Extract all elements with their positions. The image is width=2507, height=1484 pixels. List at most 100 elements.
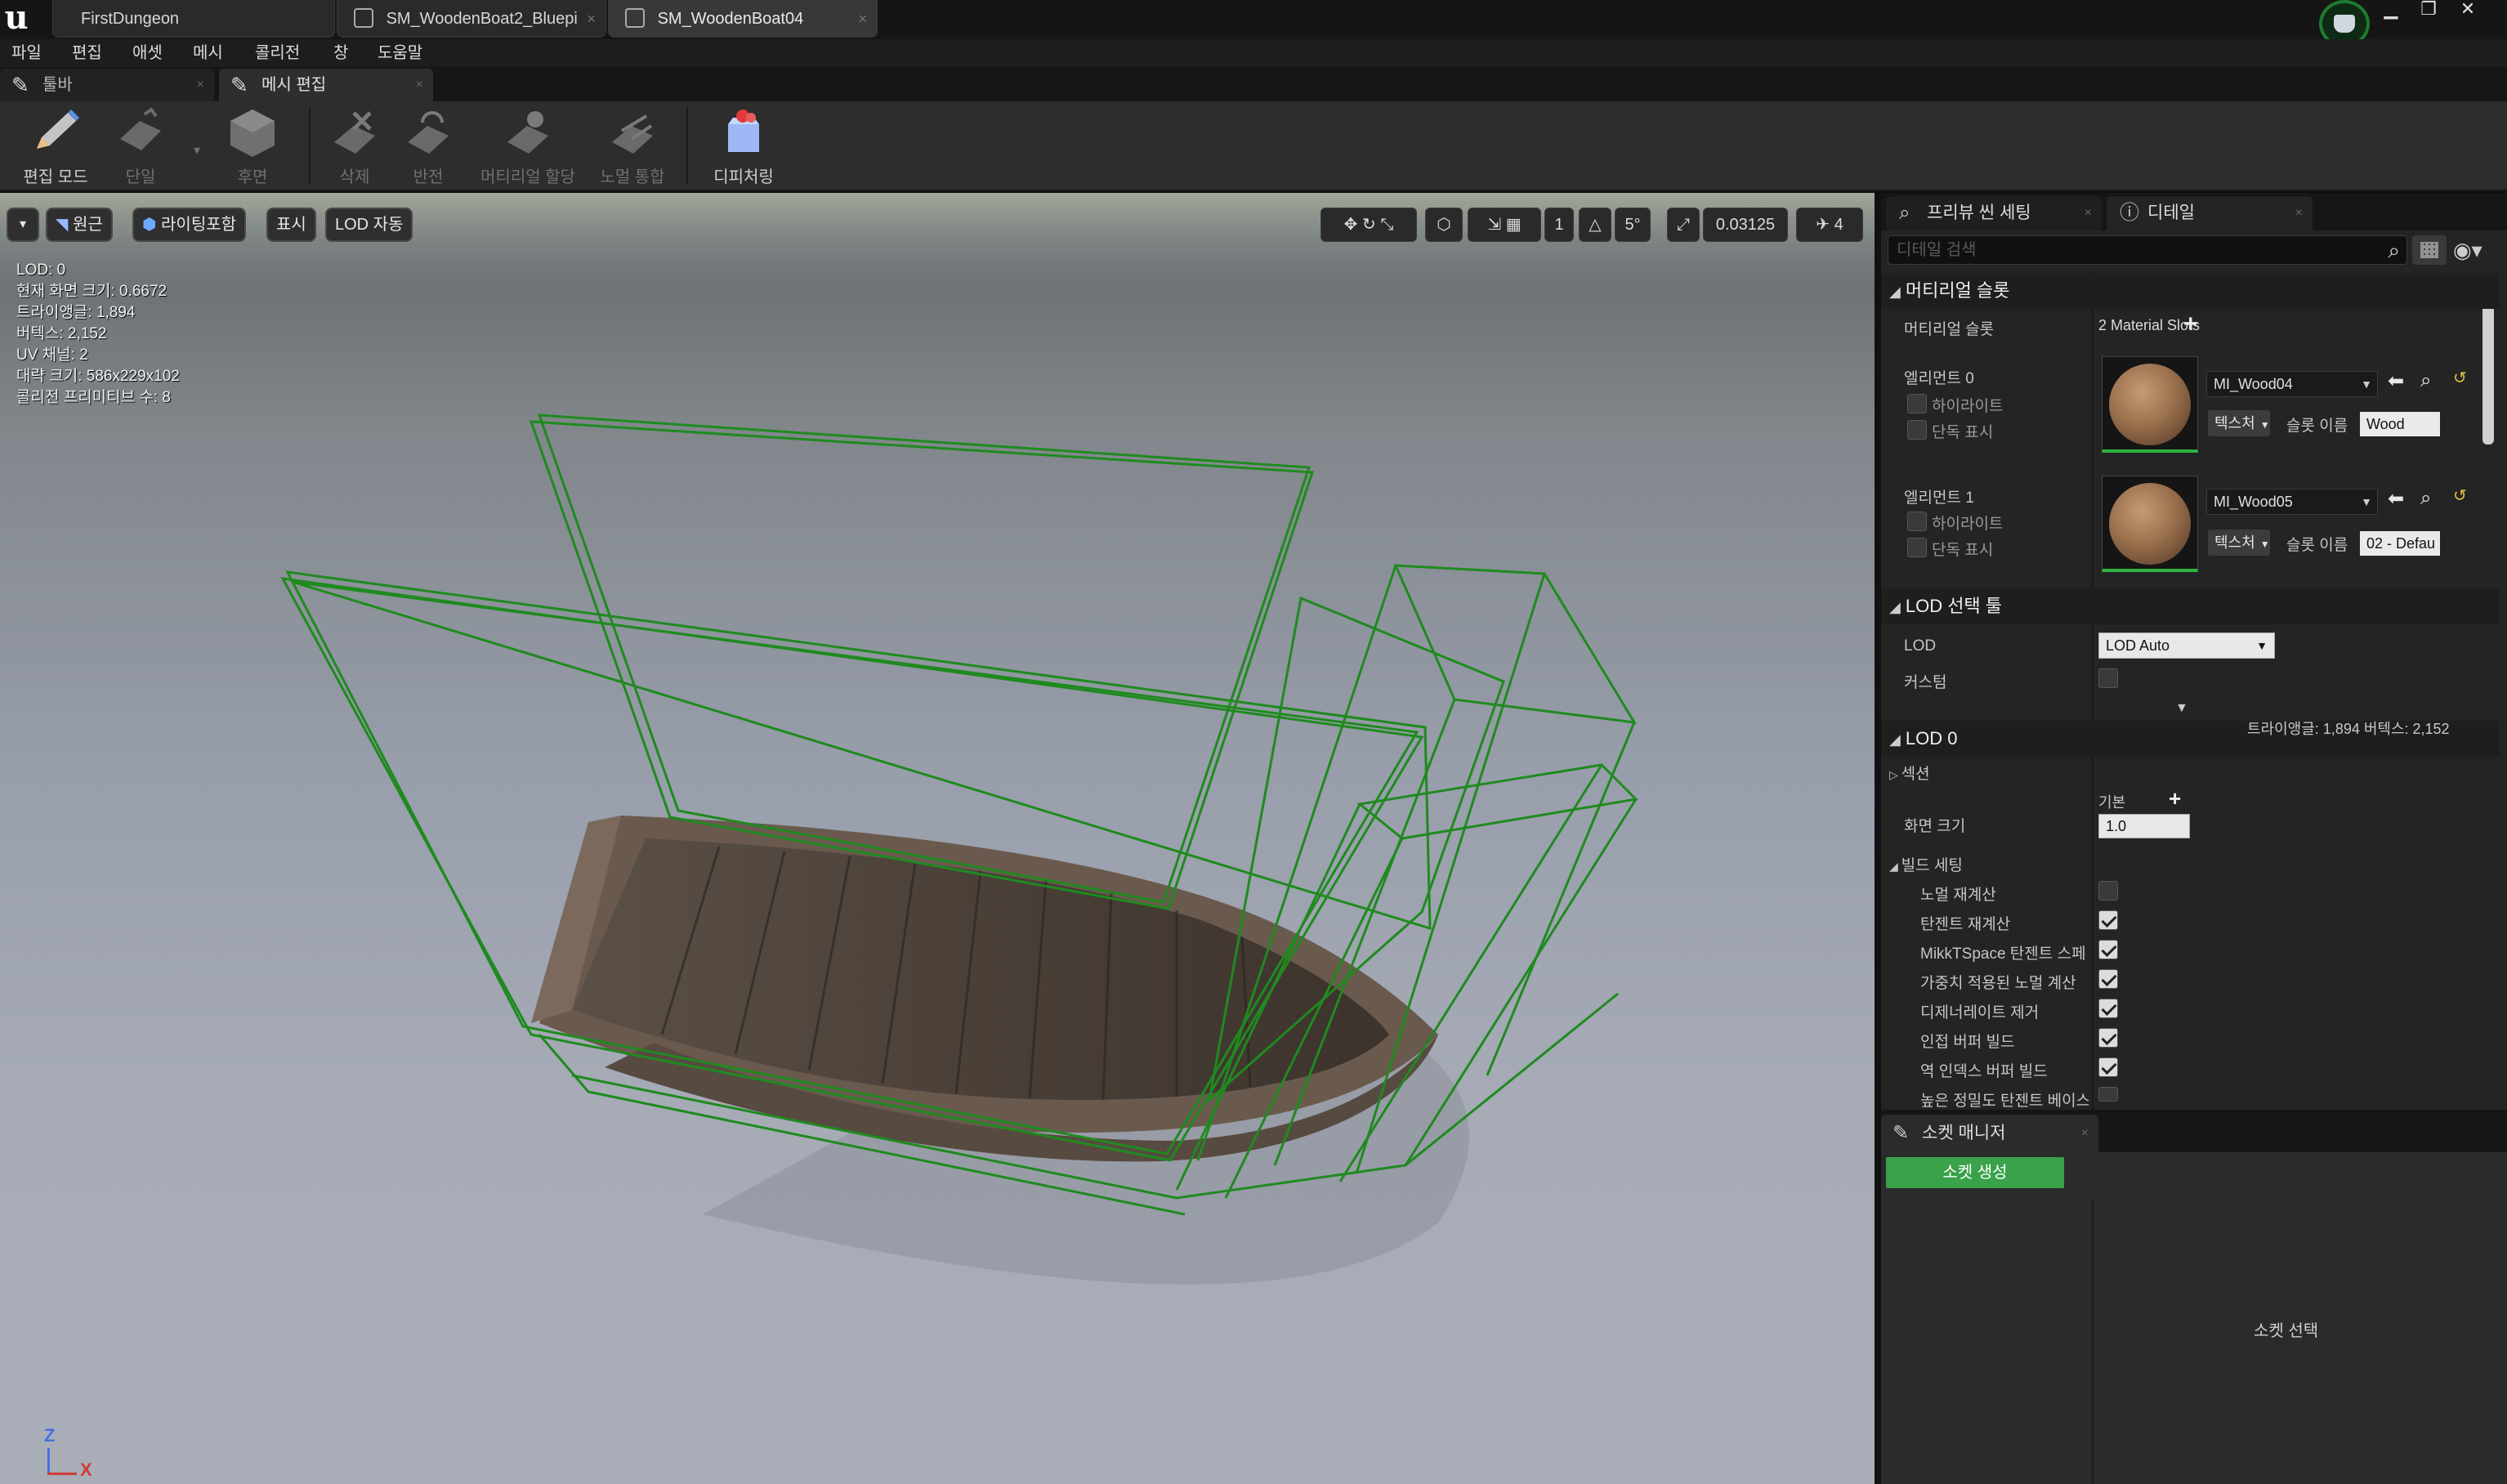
delete-button[interactable]: 삭제 — [322, 106, 387, 187]
coordinate-system-icon[interactable]: ⬡ — [1425, 208, 1463, 242]
element-0-material-thumbnail[interactable] — [2102, 356, 2198, 453]
mikktspace-tangents-checkbox[interactable] — [2098, 940, 2118, 959]
scale-icon[interactable]: ⤡ — [1380, 216, 1393, 234]
close-tab-icon[interactable]: × — [587, 0, 596, 37]
camera-speed-button[interactable]: ✈ 4 — [1796, 208, 1863, 242]
close-tab-icon[interactable]: × — [2295, 196, 2303, 230]
reset-yellow-arrow-icon[interactable]: ↺ — [2453, 368, 2467, 388]
element-1-texture-dropdown[interactable]: 텍스처 ▼ — [2208, 530, 2270, 556]
close-window-button[interactable]: ✕ — [2450, 0, 2486, 21]
flip-button[interactable]: 반전 — [395, 106, 461, 187]
remove-degenerates-checkbox[interactable] — [2098, 999, 2118, 1018]
menu-mesh[interactable]: 메시 — [193, 39, 223, 67]
high-precision-tangent-checkbox[interactable] — [2098, 1087, 2118, 1102]
doc-tab-firstdungeon[interactable]: FirstDungeon — [52, 0, 335, 38]
tab-toolbar[interactable]: ✎ 툴바 × — [0, 69, 214, 101]
close-tab-icon[interactable]: × — [858, 0, 867, 37]
browse-search-icon[interactable]: ⌕ — [2420, 487, 2431, 510]
close-tab-icon[interactable]: × — [416, 69, 423, 101]
rotation-snap-value[interactable]: 5° — [1615, 208, 1651, 242]
show-button[interactable]: 표시 — [266, 208, 316, 242]
recompute-normals-checkbox[interactable] — [2098, 881, 2118, 901]
element-1-isolate-checkbox[interactable] — [1907, 538, 1927, 557]
custom-lod-label: 커스텀 — [1904, 674, 1947, 691]
single-button[interactable]: 단일 — [108, 106, 173, 187]
menu-window[interactable]: 창 — [333, 39, 348, 67]
scale-snap-icon[interactable]: ⤢ — [1667, 208, 1700, 242]
create-socket-button[interactable]: 소켓 생성 — [1886, 1157, 2064, 1188]
element-0-texture-dropdown[interactable]: 텍스처 ▼ — [2208, 410, 2270, 436]
element-0-isolate-checkbox[interactable] — [1907, 420, 1927, 440]
lod-select-dropdown[interactable]: LOD Auto ▼ — [2098, 632, 2275, 659]
lod-auto-button[interactable]: LOD 자동 — [325, 208, 413, 242]
element-1-material-name: MI_Wood05 — [2214, 494, 2293, 510]
details-search-input[interactable]: 디테일 검색 ⌕ — [1888, 235, 2407, 265]
eye-visibility-icon[interactable]: ◉▾ — [2453, 235, 2502, 265]
add-material-slot-icon[interactable]: + — [2183, 312, 2198, 337]
panel-tab-bar: ✎ 툴바 × ✎ 메시 편집 × — [0, 67, 2507, 101]
rotate-icon[interactable]: ↻ — [1362, 216, 1380, 234]
element-0-material-combo[interactable]: MI_Wood04 ▼ — [2206, 371, 2378, 397]
weighted-normals-checkbox[interactable] — [2098, 969, 2118, 989]
element-1-highlight-checkbox[interactable] — [1907, 512, 1927, 531]
minimize-button[interactable]: ▁ — [2373, 0, 2409, 21]
translate-icon[interactable]: ✥ — [1344, 216, 1362, 234]
unreal-logo-icon[interactable]: u — [0, 0, 33, 36]
menu-file[interactable]: 파일 — [11, 39, 42, 67]
surface-snap-icon[interactable]: ⇲ — [1487, 216, 1505, 234]
sections-row[interactable]: ▷ 섹션 — [1889, 762, 1930, 784]
tab-mesh-edit[interactable]: ✎ 메시 편집 × — [219, 69, 433, 101]
close-tab-icon[interactable]: × — [197, 69, 204, 101]
element-1-slot-name-input[interactable]: 02 - Defau — [2360, 531, 2440, 556]
assign-material-button[interactable]: 머티리얼 할당 — [474, 106, 582, 187]
mesh-viewport[interactable]: ▾ ◥ 원근 ⬢ 라이팅포함 표시 LOD 자동 ✥ ↻ ⤡ ⬡ ⇲ ▦ 1 △… — [0, 193, 1875, 1484]
close-tab-icon[interactable]: × — [2081, 1115, 2089, 1152]
screen-size-spinbox[interactable]: 1.0 — [2098, 814, 2190, 838]
maximize-button[interactable]: ❐ — [2411, 0, 2447, 21]
defeaturing-button[interactable]: 디피처링 — [704, 106, 783, 187]
edit-mode-button[interactable]: 편집 모드 — [16, 106, 95, 187]
build-adjacency-buffer-checkbox[interactable] — [2098, 1028, 2118, 1048]
expand-advanced-arrow-icon[interactable]: ▼ — [2175, 701, 2188, 716]
add-screen-size-icon[interactable]: + — [2169, 786, 2181, 811]
panel-splitter[interactable] — [1875, 193, 1881, 1484]
use-selected-arrow-icon[interactable]: ⬅ — [2388, 487, 2404, 511]
search-icon[interactable]: ⌕ — [2388, 236, 2400, 264]
use-selected-arrow-icon[interactable]: ⬅ — [2388, 369, 2404, 393]
doc-tab-woodenboat2-blueprint[interactable]: SM_WoodenBoat2_Bluepi × — [337, 0, 606, 38]
scale-snap-value[interactable]: 0.03125 — [1703, 208, 1788, 242]
section-material-slots[interactable]: ◢ 머티리얼 슬롯 — [1881, 273, 2499, 309]
build-reversed-index-buffer-checkbox[interactable] — [2098, 1057, 2118, 1077]
transform-mode-group[interactable]: ✥ ↻ ⤡ — [1321, 208, 1417, 242]
menu-edit[interactable]: 편집 — [72, 39, 102, 67]
recompute-tangents-checkbox[interactable] — [2098, 910, 2118, 930]
view-options-grid-icon[interactable] — [2412, 235, 2447, 265]
tab-preview-scene-settings[interactable]: ⌕ 프리뷰 씬 세팅 × — [1886, 196, 2102, 230]
menu-collision[interactable]: 콜리전 — [255, 39, 300, 67]
tab-details[interactable]: ⓘ 디테일 × — [2107, 196, 2313, 230]
tab-socket-manager[interactable]: ✎ 소켓 매니저 × — [1881, 1115, 2098, 1152]
grid-snap-icon[interactable]: ▦ — [1506, 216, 1522, 234]
backface-button[interactable]: 후면 — [216, 106, 289, 187]
section-lod-picker[interactable]: ◢ LOD 선택 툴 — [1881, 588, 2499, 624]
element-1-material-thumbnail[interactable] — [2102, 476, 2198, 572]
perspective-button[interactable]: ◥ 원근 — [46, 208, 113, 242]
element-0-slot-name-input[interactable]: Wood — [2360, 412, 2440, 436]
single-dropdown-icon[interactable]: ▾ — [186, 142, 208, 159]
element-0-highlight-checkbox[interactable] — [1907, 394, 1927, 413]
doc-tab-woodenboat04[interactable]: SM_WoodenBoat04 × — [608, 0, 878, 38]
browse-search-icon[interactable]: ⌕ — [2420, 369, 2431, 392]
build-settings-row[interactable]: ◢ 빌드 세팅 — [1889, 853, 1963, 875]
grid-size-dropdown[interactable]: 1 — [1544, 208, 1574, 242]
viewport-options-dropdown[interactable]: ▾ — [7, 208, 39, 242]
close-tab-icon[interactable]: × — [2085, 196, 2092, 230]
menu-asset[interactable]: 애셋 — [132, 39, 163, 67]
surface-snap-group[interactable]: ⇲ ▦ — [1468, 208, 1541, 242]
lit-mode-button[interactable]: ⬢ 라이팅포함 — [132, 208, 247, 242]
merge-normals-button[interactable]: 노멀 통합 — [593, 106, 672, 187]
element-1-material-combo[interactable]: MI_Wood05 ▼ — [2206, 489, 2378, 515]
menu-help[interactable]: 도움말 — [378, 39, 422, 67]
custom-lod-checkbox[interactable] — [2098, 668, 2118, 688]
rotation-snap-icon[interactable]: △ — [1579, 208, 1611, 242]
reset-yellow-arrow-icon[interactable]: ↺ — [2453, 485, 2467, 506]
